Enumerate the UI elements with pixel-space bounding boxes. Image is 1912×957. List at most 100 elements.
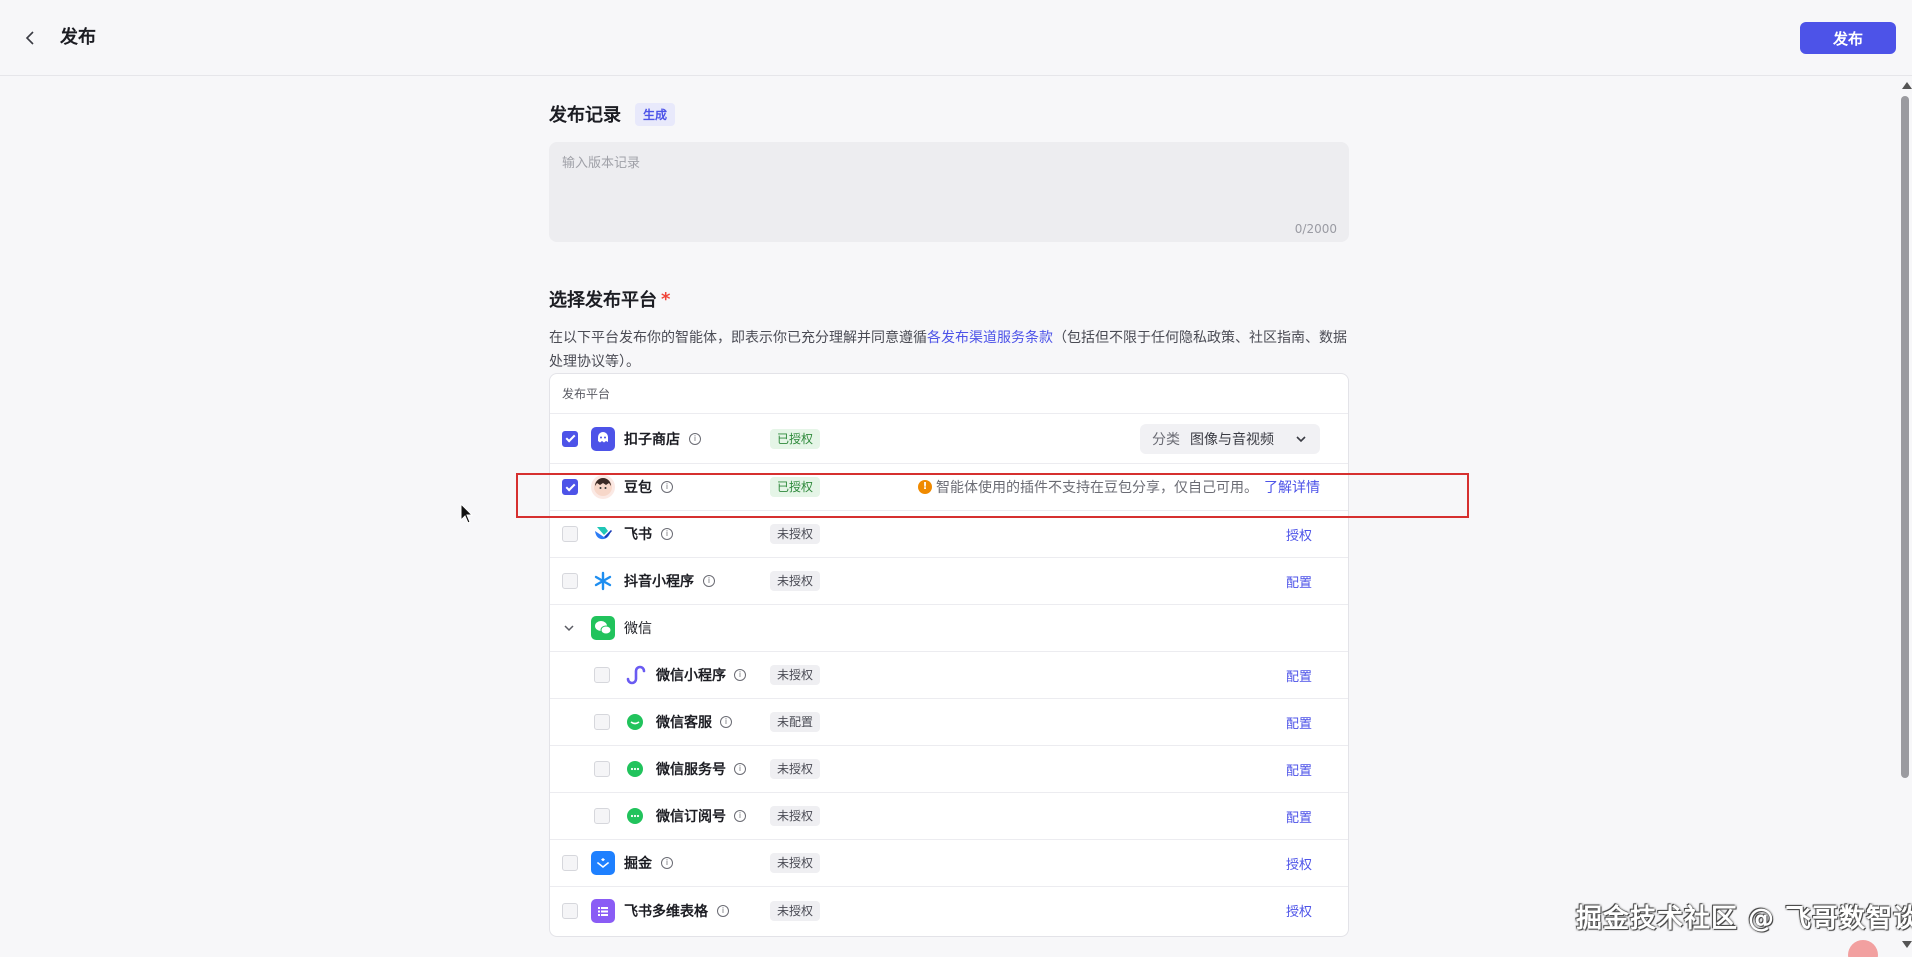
wechat-subscription-logo-icon bbox=[623, 804, 647, 828]
wechat-mini-logo-icon bbox=[623, 663, 647, 687]
scroll-down-arrow-icon[interactable] bbox=[1902, 941, 1912, 948]
checkbox-doubao[interactable] bbox=[562, 479, 578, 495]
authorize-button[interactable]: 授权 bbox=[1286, 525, 1312, 544]
record-section-title: 发布记录 生成 bbox=[549, 101, 676, 127]
share-warning: ! 智能体使用的插件不支持在豆包分享，仅自己可用。 了解详情 bbox=[918, 477, 1320, 497]
warning-icon: ! bbox=[918, 480, 932, 494]
desc-prefix: 在以下平台发布你的智能体，即表示你已充分理解并同意遵循 bbox=[549, 330, 927, 346]
warning-text: 智能体使用的插件不支持在豆包分享，仅自己可用。 bbox=[936, 480, 1258, 496]
info-icon[interactable]: i bbox=[661, 528, 673, 540]
platform-row-feishu-bitable: 飞书多维表格 i 未授权 授权 bbox=[550, 887, 1348, 934]
configure-button[interactable]: 配置 bbox=[1286, 760, 1312, 779]
info-icon[interactable]: i bbox=[734, 810, 746, 822]
mascot-icon bbox=[1848, 940, 1878, 957]
back-button[interactable] bbox=[18, 26, 42, 50]
wechat-logo-icon bbox=[591, 616, 615, 640]
coze-store-logo-icon bbox=[591, 426, 615, 451]
status-badge: 未授权 bbox=[770, 900, 821, 921]
authorize-button[interactable]: 授权 bbox=[1286, 854, 1312, 873]
juejin-logo-icon bbox=[591, 851, 615, 875]
platform-row-juejin: 掘金 i 未授权 授权 bbox=[550, 840, 1348, 887]
platform-table: 发布平台 扣子商店 i 已授权 分类 图像与音视频 豆包 i 已授权 ! 智能体… bbox=[549, 373, 1349, 937]
scroll-up-arrow-icon[interactable] bbox=[1902, 82, 1912, 89]
terms-link[interactable]: 各发布渠道服务条款 bbox=[927, 330, 1053, 346]
mouse-cursor-icon bbox=[460, 503, 474, 524]
platform-group-wechat[interactable]: 微信 bbox=[550, 605, 1348, 652]
platform-name: 飞书多维表格 bbox=[624, 903, 708, 920]
checkbox-wechat-official[interactable] bbox=[594, 761, 610, 777]
platform-name: 微信 bbox=[624, 621, 652, 637]
platform-row-feishu: 飞书 i 未授权 授权 bbox=[550, 511, 1348, 558]
platform-name: 豆包 bbox=[624, 480, 652, 496]
platform-description: 在以下平台发布你的智能体，即表示你已充分理解并同意遵循各发布渠道服务条款（包括但… bbox=[549, 326, 1349, 374]
checkbox-wechat-subscription[interactable] bbox=[594, 808, 610, 824]
record-title: 发布记录 bbox=[549, 105, 621, 126]
checkbox-feishu[interactable] bbox=[562, 526, 578, 542]
chevron-down-icon[interactable] bbox=[562, 621, 576, 635]
platform-row-wechat-official: 微信服务号 i 未授权 配置 bbox=[550, 746, 1348, 793]
checkbox-coze-store[interactable] bbox=[562, 430, 578, 447]
required-mark: * bbox=[661, 288, 671, 310]
category-label: 分类 bbox=[1152, 431, 1180, 448]
category-value: 图像与音视频 bbox=[1190, 431, 1274, 448]
doubao-logo-icon bbox=[591, 475, 615, 499]
platform-name: 扣子商店 bbox=[624, 431, 680, 448]
version-record-input[interactable] bbox=[549, 142, 1349, 242]
category-select[interactable]: 分类 图像与音视频 bbox=[1140, 423, 1320, 454]
douyin-mini-logo-icon bbox=[591, 569, 615, 593]
learn-more-link[interactable]: 了解详情 bbox=[1264, 477, 1320, 497]
platform-name: 抖音小程序 bbox=[624, 574, 694, 590]
info-icon[interactable]: i bbox=[661, 857, 673, 869]
feishu-bitable-logo-icon bbox=[591, 898, 615, 923]
checkbox-wechat-mini[interactable] bbox=[594, 667, 610, 683]
info-icon[interactable]: i bbox=[689, 432, 701, 445]
checkbox-juejin[interactable] bbox=[562, 855, 578, 871]
status-badge: 未授权 bbox=[770, 853, 821, 873]
platform-row-doubao: 豆包 i 已授权 ! 智能体使用的插件不支持在豆包分享，仅自己可用。 了解详情 bbox=[550, 464, 1348, 511]
info-icon[interactable]: i bbox=[734, 763, 746, 775]
info-icon[interactable]: i bbox=[661, 481, 673, 493]
top-bar: 发布 发布 bbox=[0, 0, 1912, 76]
publish-button[interactable]: 发布 bbox=[1800, 22, 1896, 54]
feishu-logo-icon bbox=[591, 522, 615, 546]
platform-row-wechat-mini: 微信小程序 i 未授权 配置 bbox=[550, 652, 1348, 699]
status-badge: 未授权 bbox=[770, 806, 821, 826]
checkbox-wechat-service[interactable] bbox=[594, 714, 610, 730]
chevron-down-icon bbox=[1296, 435, 1306, 442]
checkbox-douyin-mini[interactable] bbox=[562, 573, 578, 589]
status-badge: 已授权 bbox=[770, 477, 821, 497]
configure-button[interactable]: 配置 bbox=[1286, 572, 1312, 591]
chevron-left-icon bbox=[25, 31, 34, 45]
authorize-button[interactable]: 授权 bbox=[1286, 901, 1312, 920]
platform-name: 飞书 bbox=[624, 527, 652, 543]
table-header: 发布平台 bbox=[550, 374, 1348, 414]
platform-name: 微信服务号 bbox=[656, 762, 726, 778]
scrollbar-thumb[interactable] bbox=[1901, 96, 1909, 778]
configure-button[interactable]: 配置 bbox=[1286, 807, 1312, 826]
configure-button[interactable]: 配置 bbox=[1286, 666, 1312, 685]
info-icon[interactable]: i bbox=[734, 669, 746, 681]
info-icon[interactable]: i bbox=[703, 575, 715, 587]
platform-section-title: 选择发布平台 * bbox=[549, 286, 670, 312]
info-icon[interactable]: i bbox=[720, 716, 732, 728]
platform-name: 掘金 bbox=[624, 856, 652, 872]
info-icon[interactable]: i bbox=[717, 904, 729, 917]
page-title: 发布 bbox=[60, 27, 96, 48]
platform-name: 微信客服 bbox=[656, 715, 712, 731]
status-badge: 未授权 bbox=[770, 524, 821, 544]
platform-row-wechat-subscription: 微信订阅号 i 未授权 配置 bbox=[550, 793, 1348, 840]
platform-row-coze-store: 扣子商店 i 已授权 分类 图像与音视频 bbox=[550, 414, 1348, 464]
platform-row-wechat-service: 微信客服 i 未配置 配置 bbox=[550, 699, 1348, 746]
checkbox-feishu-bitable[interactable] bbox=[562, 902, 578, 919]
configure-button[interactable]: 配置 bbox=[1286, 713, 1312, 732]
watermark: 掘金技术社区 @ 飞哥数智谈 bbox=[1576, 904, 1912, 934]
platform-row-douyin-mini: 抖音小程序 i 未授权 配置 bbox=[550, 558, 1348, 605]
status-badge: 未配置 bbox=[770, 712, 821, 732]
char-counter: 0/2000 bbox=[1294, 222, 1337, 236]
status-badge: 未授权 bbox=[770, 571, 821, 591]
platform-name: 微信小程序 bbox=[656, 668, 726, 684]
platform-title: 选择发布平台 bbox=[549, 290, 657, 311]
status-badge: 未授权 bbox=[770, 665, 821, 685]
version-record-box: 0/2000 bbox=[549, 142, 1349, 242]
generate-button[interactable]: 生成 bbox=[635, 102, 676, 126]
